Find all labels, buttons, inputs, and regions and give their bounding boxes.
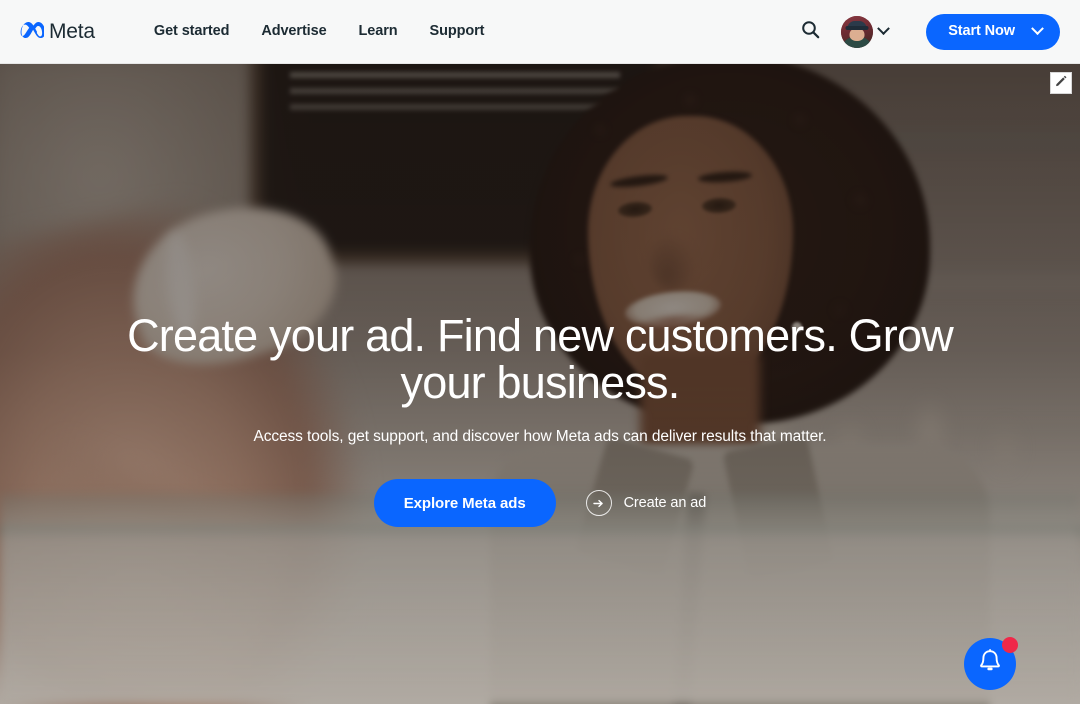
explore-meta-ads-button[interactable]: Explore Meta ads bbox=[373, 479, 556, 527]
hero-subtitle: Access tools, get support, and discover … bbox=[253, 428, 827, 445]
create-an-ad-link[interactable]: Create an ad bbox=[585, 490, 707, 516]
meta-infinity-icon bbox=[18, 20, 45, 43]
meta-ads-landing-page: Meta Get started Advertise Learn Support bbox=[0, 0, 1080, 704]
notifications-button[interactable] bbox=[964, 637, 1018, 690]
search-icon bbox=[801, 20, 820, 44]
edit-badge-button[interactable] bbox=[1050, 72, 1072, 94]
header-actions: Start Now bbox=[793, 0, 1060, 63]
bell-icon bbox=[977, 648, 1003, 680]
arrow-right-circle-icon bbox=[585, 490, 612, 516]
hero-section: Create your ad. Find new customers. Grow… bbox=[0, 64, 1080, 704]
avatar bbox=[841, 15, 874, 48]
nav-item-advertise[interactable]: Advertise bbox=[245, 24, 342, 39]
start-now-button[interactable]: Start Now bbox=[926, 13, 1060, 50]
start-now-label: Start Now bbox=[948, 23, 1015, 40]
hero-content: Create your ad. Find new customers. Grow… bbox=[0, 312, 1080, 527]
pencil-edit-icon bbox=[1055, 74, 1067, 92]
site-header: Meta Get started Advertise Learn Support bbox=[0, 0, 1080, 64]
nav-item-support[interactable]: Support bbox=[414, 24, 501, 39]
notification-badge bbox=[1002, 637, 1018, 653]
meta-brand-logo[interactable]: Meta bbox=[18, 0, 95, 63]
account-menu[interactable] bbox=[841, 15, 891, 48]
hero-actions: Explore Meta ads Create an ad bbox=[373, 479, 707, 527]
chevron-down-icon bbox=[1031, 22, 1044, 36]
nav-item-get-started[interactable]: Get started bbox=[142, 24, 245, 39]
main-navigation: Get started Advertise Learn Support bbox=[142, 0, 501, 63]
page-title: Create your ad. Find new customers. Grow… bbox=[127, 310, 954, 408]
search-button[interactable] bbox=[793, 15, 827, 49]
nav-item-learn[interactable]: Learn bbox=[343, 24, 414, 39]
create-an-ad-label: Create an ad bbox=[623, 495, 707, 511]
chevron-down-icon bbox=[877, 22, 891, 36]
brand-name: Meta bbox=[49, 20, 95, 43]
